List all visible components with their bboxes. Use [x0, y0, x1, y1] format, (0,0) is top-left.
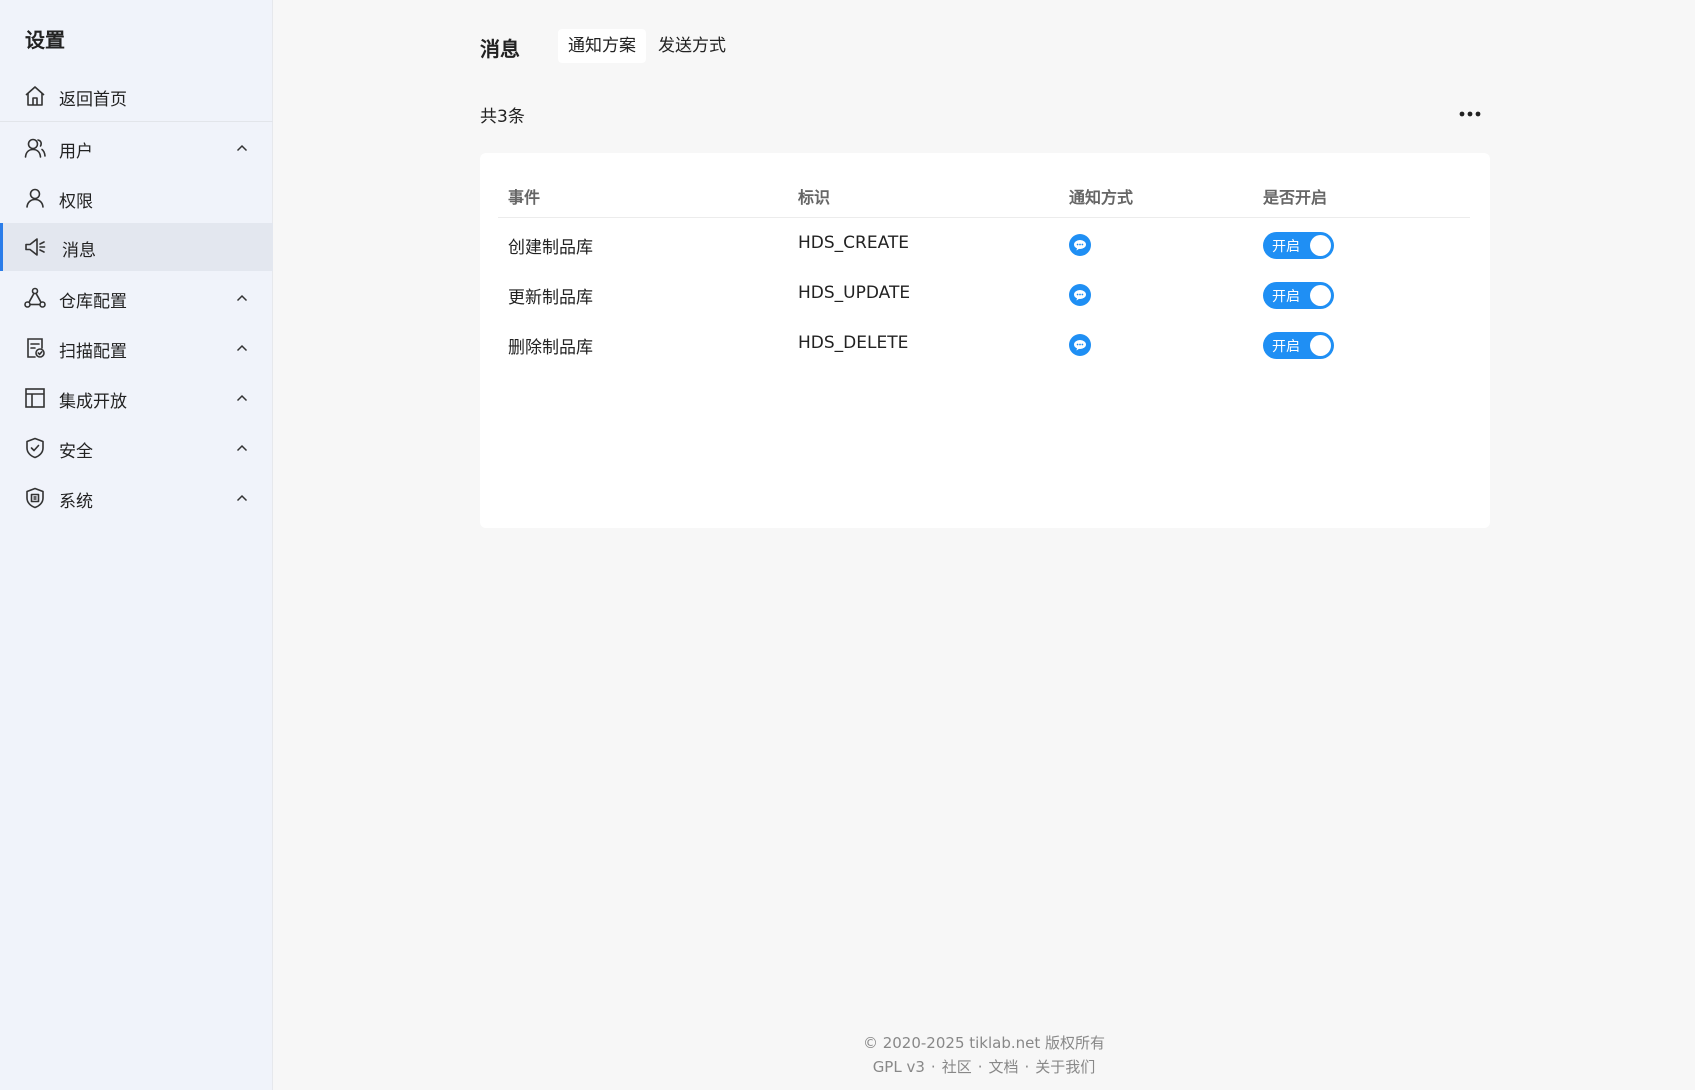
sidebar-item-label: 系统 — [59, 492, 93, 512]
sidebar-item-label: 仓库配置 — [59, 292, 127, 312]
footer-separator: · — [1024, 1058, 1030, 1076]
key-cell: HDS_CREATE — [798, 233, 910, 253]
footer-separator: · — [930, 1058, 936, 1076]
more-horizontal-icon[interactable] — [1456, 104, 1484, 124]
footer-copyright: © 2020-2025 tiklab.net 版权所有 — [862, 1034, 1106, 1052]
app-root: 设置 返回首页 用户 权限 消息 仓库配置 扫描配置 集成开放 安全 系统 消息… — [0, 0, 1695, 1090]
users-icon — [24, 138, 46, 158]
event-cell: 更新制品库 — [508, 288, 593, 308]
sidebar-item-permissions[interactable]: 权限 — [0, 174, 273, 222]
footer-link-docs[interactable]: 文档 — [988, 1058, 1018, 1076]
enable-toggle[interactable]: 开启 — [1263, 332, 1334, 359]
toggle-knob — [1310, 235, 1331, 256]
toggle-label: 开启 — [1272, 339, 1300, 355]
chevron-up-icon — [236, 494, 248, 502]
sidebar-item-system[interactable]: 系统 — [0, 474, 273, 522]
sidebar-item-label: 安全 — [59, 442, 93, 462]
toggle-knob — [1310, 335, 1331, 356]
sidebar-item-label: 返回首页 — [59, 90, 127, 110]
event-cell: 创建制品库 — [508, 238, 593, 258]
chevron-up-icon — [236, 394, 248, 402]
column-header-enabled: 是否开启 — [1263, 188, 1328, 207]
enable-toggle[interactable]: 开启 — [1263, 232, 1334, 259]
message-bubble-icon — [1069, 234, 1091, 256]
sidebar-item-messages[interactable]: 消息 — [0, 223, 273, 271]
table-card — [480, 153, 1490, 528]
record-count: 共3条 — [480, 107, 525, 127]
sidebar-item-repo-config[interactable]: 仓库配置 — [0, 274, 273, 322]
sidebar-item-label: 权限 — [59, 192, 93, 212]
sidebar-item-label: 消息 — [62, 241, 96, 261]
enable-toggle[interactable]: 开启 — [1263, 282, 1334, 309]
sidebar-item-label: 扫描配置 — [59, 342, 127, 362]
tab-send-method[interactable]: 发送方式 — [648, 29, 736, 63]
shield-check-icon — [26, 437, 44, 459]
toggle-label: 开启 — [1272, 289, 1300, 305]
megaphone-icon — [25, 238, 46, 256]
footer-link-about[interactable]: 关于我们 — [1035, 1058, 1095, 1076]
tab-notify-scheme[interactable]: 通知方案 — [558, 29, 646, 63]
column-header-notify: 通知方式 — [1069, 188, 1134, 207]
sidebar-item-label: 用户 — [59, 142, 93, 162]
layout-icon — [25, 388, 45, 408]
toggle-knob — [1310, 285, 1331, 306]
footer-links: GPL v3 · 社区 · 文档 · 关于我们 — [0, 1056, 1695, 1077]
user-icon — [26, 188, 44, 208]
scan-doc-icon — [27, 338, 45, 358]
table-header-divider — [498, 217, 1470, 218]
sidebar-item-scan-config[interactable]: 扫描配置 — [0, 324, 273, 372]
chevron-up-icon — [236, 144, 248, 152]
column-header-key: 标识 — [798, 188, 831, 207]
chevron-up-icon — [236, 344, 248, 352]
chevron-up-icon — [236, 444, 248, 452]
network-icon — [24, 287, 46, 308]
page-title: 消息 — [480, 37, 520, 61]
key-cell: HDS_DELETE — [798, 333, 909, 353]
footer-link-community[interactable]: 社区 — [942, 1058, 972, 1076]
message-bubble-icon — [1069, 334, 1091, 356]
chevron-up-icon — [236, 294, 248, 302]
sidebar-item-home[interactable]: 返回首页 — [0, 72, 273, 120]
sidebar-item-security[interactable]: 安全 — [0, 424, 273, 472]
footer-link-license[interactable]: GPL v3 — [873, 1058, 925, 1076]
system-shield-icon — [26, 487, 44, 509]
message-bubble-icon — [1069, 284, 1091, 306]
column-header-event: 事件 — [508, 188, 541, 207]
sidebar-item-users[interactable]: 用户 — [0, 124, 273, 172]
sidebar-item-label: 集成开放 — [59, 392, 127, 412]
home-icon — [25, 86, 45, 106]
sidebar-item-integration[interactable]: 集成开放 — [0, 374, 273, 422]
sidebar-title: 设置 — [25, 28, 65, 52]
key-cell: HDS_UPDATE — [798, 283, 911, 303]
event-cell: 删除制品库 — [508, 338, 593, 358]
sidebar: 设置 返回首页 用户 权限 消息 仓库配置 扫描配置 集成开放 安全 系统 — [0, 0, 273, 1090]
toggle-label: 开启 — [1272, 239, 1300, 255]
footer-separator: · — [977, 1058, 983, 1076]
sidebar-divider — [0, 121, 273, 122]
